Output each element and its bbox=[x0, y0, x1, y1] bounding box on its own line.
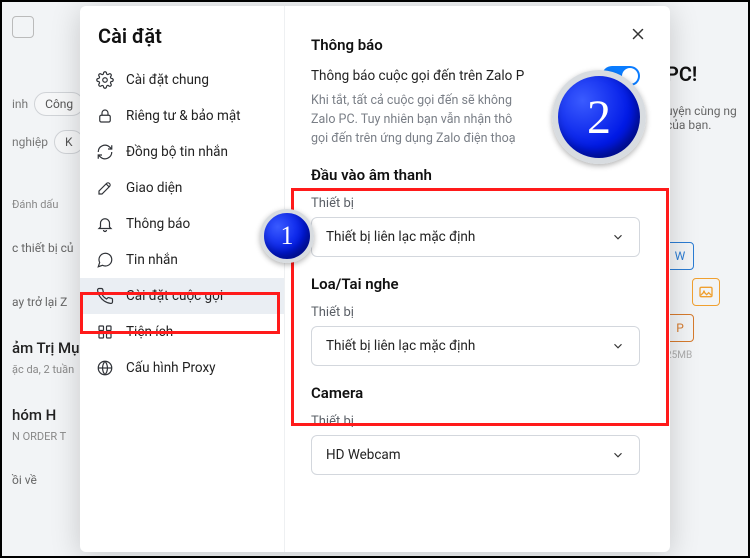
file-icon-ppt: P bbox=[666, 314, 694, 342]
incoming-call-notif-hint: Khi tắt, tất cả cuộc gọi đến sẽ không Za… bbox=[311, 92, 640, 148]
lock-icon bbox=[96, 107, 114, 125]
chevron-down-icon bbox=[611, 230, 625, 244]
camera-device-value: HD Webcam bbox=[326, 447, 401, 463]
chevron-down-icon bbox=[611, 448, 625, 462]
sidebar-item-proxy[interactable]: Cấu hình Proxy bbox=[80, 350, 284, 386]
sidebar-item-interface[interactable]: Giao diện bbox=[80, 170, 284, 206]
settings-sidebar: Cài đặt Cài đặt chung Riêng tư & bảo mật… bbox=[80, 6, 285, 552]
chip: Công bbox=[34, 92, 84, 116]
brush-icon bbox=[96, 179, 114, 197]
audio-in-device-value: Thiết bị liên lạc mặc định bbox=[326, 229, 475, 245]
message-icon bbox=[96, 251, 114, 269]
sidebar-item-notifications[interactable]: Thông báo bbox=[80, 206, 284, 242]
file-icon-image bbox=[692, 278, 720, 306]
section-title-audio-out: Loa/Tai nghe bbox=[311, 275, 640, 293]
audio-output-section: Loa/Tai nghe Thiết bị Thiết bị liên lạc … bbox=[311, 275, 640, 366]
audio-out-device-label: Thiết bị bbox=[311, 305, 640, 320]
camera-device-label: Thiết bị bbox=[311, 414, 640, 429]
audio-out-device-value: Thiết bị liên lạc mặc định bbox=[326, 338, 475, 354]
sidebar-item-label: Tin nhắn bbox=[126, 252, 178, 268]
sidebar-item-call-settings[interactable]: Cài đặt cuộc gọi bbox=[80, 278, 284, 314]
section-title-notification: Thông báo bbox=[311, 36, 640, 54]
audio-out-device-select[interactable]: Thiết bị liên lạc mặc định bbox=[311, 326, 640, 366]
sidebar-item-label: Đồng bộ tin nhắn bbox=[126, 144, 228, 160]
notification-section: Thông báo Thông báo cuộc gọi đến trên Za… bbox=[311, 36, 640, 148]
settings-modal: Cài đặt Cài đặt chung Riêng tư & bảo mật… bbox=[80, 6, 670, 552]
sidebar-item-label: Thông báo bbox=[126, 216, 190, 232]
sidebar-item-label: Riêng tư & bảo mật bbox=[126, 108, 241, 124]
close-button[interactable] bbox=[624, 20, 652, 48]
sidebar-item-label: Cấu hình Proxy bbox=[126, 360, 216, 376]
gear-icon bbox=[96, 71, 114, 89]
settings-title: Cài đặt bbox=[80, 24, 284, 62]
sidebar-item-label: Giao diện bbox=[126, 180, 182, 196]
chevron-down-icon bbox=[611, 339, 625, 353]
incoming-call-notif-toggle[interactable] bbox=[602, 66, 640, 86]
sidebar-item-general[interactable]: Cài đặt chung bbox=[80, 62, 284, 98]
sidebar-item-sync[interactable]: Đồng bộ tin nhắn bbox=[80, 134, 284, 170]
sidebar-item-label: Cài đặt cuộc gọi bbox=[126, 288, 223, 304]
incoming-call-notif-label: Thông báo cuộc gọi đến trên Zalo P bbox=[311, 68, 524, 84]
audio-in-device-select[interactable]: Thiết bị liên lạc mặc định bbox=[311, 217, 640, 257]
sidebar-item-utilities[interactable]: Tiện ích bbox=[80, 314, 284, 350]
sidebar-item-privacy[interactable]: Riêng tư & bảo mật bbox=[80, 98, 284, 134]
audio-in-device-label: Thiết bị bbox=[311, 196, 640, 211]
audio-input-section: Đầu vào âm thanh Thiết bị Thiết bị liên … bbox=[311, 166, 640, 257]
sidebar-item-label: Tiện ích bbox=[126, 324, 173, 340]
settings-content: Thông báo Thông báo cuộc gọi đến trên Za… bbox=[285, 6, 670, 552]
proxy-icon bbox=[96, 359, 114, 377]
grid-icon bbox=[96, 323, 114, 341]
sync-icon bbox=[96, 143, 114, 161]
file-icon-word: W bbox=[666, 242, 694, 270]
close-icon bbox=[629, 25, 647, 43]
phone-icon bbox=[96, 287, 114, 305]
sidebar-item-messages[interactable]: Tin nhắn bbox=[80, 242, 284, 278]
sidebar-item-label: Cài đặt chung bbox=[126, 72, 209, 88]
section-title-camera: Camera bbox=[311, 384, 640, 402]
bell-icon bbox=[96, 215, 114, 233]
camera-device-select[interactable]: HD Webcam bbox=[311, 435, 640, 475]
camera-section: Camera Thiết bị HD Webcam bbox=[311, 384, 640, 475]
section-title-audio-in: Đầu vào âm thanh bbox=[311, 166, 640, 184]
